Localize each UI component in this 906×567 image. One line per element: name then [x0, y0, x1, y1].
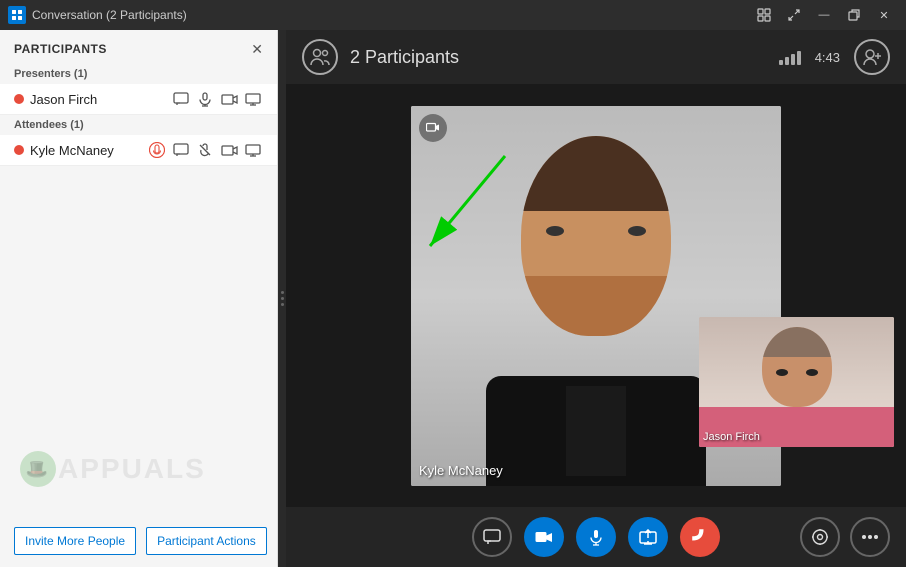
participants-panel: PARTICIPANTS ✕ Presenters (1) Jason Firc…: [0, 30, 278, 567]
mic-icon-kyle[interactable]: [195, 140, 215, 160]
sidebar-footer: Invite More People Participant Actions: [0, 515, 277, 567]
camera-status-icon: [419, 114, 447, 142]
attendees-section-label: Attendees (1): [0, 115, 277, 135]
more-button[interactable]: [850, 517, 890, 557]
add-participant-button[interactable]: [854, 39, 890, 75]
title-bar: Conversation (2 Participants) —: [0, 0, 906, 30]
call-time: 4:43: [815, 50, 840, 65]
jason-hair: [762, 327, 832, 357]
video-top-right: 4:43: [779, 39, 890, 75]
sidebar-title: PARTICIPANTS: [14, 42, 107, 56]
kyle-eye-right: [628, 226, 646, 236]
attendee-actions-kyle: [147, 140, 263, 160]
camera-icon-kyle[interactable]: [219, 140, 239, 160]
bar-1: [779, 60, 783, 65]
screen-icon-jason[interactable]: [243, 89, 263, 109]
chat-button[interactable]: [472, 517, 512, 557]
small-video-jason: Jason Firch: [699, 317, 894, 447]
drag-dot: [281, 303, 284, 306]
presenter-name-jason: Jason Firch: [30, 92, 165, 107]
video-feeds: Kyle McNaney Jason Firch: [286, 84, 906, 507]
bar-2: [785, 57, 789, 65]
share-button[interactable]: [628, 517, 668, 557]
title-bar-left: Conversation (2 Participants): [8, 6, 187, 24]
tile-button[interactable]: [750, 4, 778, 26]
video-top-bar: 2 Participants 4:43: [286, 30, 906, 84]
maximize-button[interactable]: [780, 4, 808, 26]
jason-face: [699, 317, 894, 447]
presenter-row-jason: Jason Firch: [0, 84, 277, 115]
sidebar-header: PARTICIPANTS ✕: [0, 30, 277, 64]
jason-name-tag: Jason Firch: [703, 431, 760, 443]
kyle-hair: [521, 136, 671, 211]
minimize-button[interactable]: —: [810, 4, 838, 26]
kyle-head: [521, 136, 671, 336]
resize-handle[interactable]: [278, 30, 286, 567]
jason-head: [762, 327, 832, 407]
participants-icon: [302, 39, 338, 75]
video-button[interactable]: [524, 517, 564, 557]
window-controls: — ✕: [750, 4, 898, 26]
window-title: Conversation (2 Participants): [32, 8, 187, 22]
shirt-detail: [566, 386, 626, 476]
kyle-name-tag: Kyle McNaney: [419, 463, 503, 478]
kyle-shirt: [486, 376, 706, 486]
bar-4: [797, 51, 801, 65]
right-controls: [800, 517, 890, 557]
drag-dot: [281, 297, 284, 300]
status-dot-kyle: [14, 145, 24, 155]
participants-count: 2 Participants: [350, 47, 459, 68]
watermark: 🎩 APPUALS: [20, 451, 206, 487]
bar-3: [791, 54, 795, 65]
restore-button[interactable]: [840, 4, 868, 26]
app-icon: [8, 6, 26, 24]
watermark-icon: 🎩: [20, 451, 56, 487]
drag-dot: [281, 291, 284, 294]
kyle-beard: [521, 276, 671, 336]
presenter-actions-jason: [171, 89, 263, 109]
signal-icon: [779, 49, 801, 65]
bottom-controls: [286, 507, 906, 567]
camera-icon-jason[interactable]: [219, 89, 239, 109]
attendee-row-kyle: Kyle McNaney: [0, 135, 277, 166]
video-area: 2 Participants 4:43: [286, 30, 906, 567]
kyle-eye-left: [546, 226, 564, 236]
participant-actions-button[interactable]: Participant Actions: [146, 527, 267, 555]
close-button[interactable]: ✕: [870, 4, 898, 26]
jason-eye-l: [776, 369, 788, 376]
attendee-name-kyle: Kyle McNaney: [30, 143, 141, 158]
devices-button[interactable]: [800, 517, 840, 557]
main-content: PARTICIPANTS ✕ Presenters (1) Jason Firc…: [0, 30, 906, 567]
invite-more-button[interactable]: Invite More People: [14, 527, 136, 555]
mic-button[interactable]: [576, 517, 616, 557]
jason-eye-r: [806, 369, 818, 376]
hangup-button[interactable]: [672, 509, 729, 566]
mic-icon-jason[interactable]: [195, 89, 215, 109]
status-dot-jason: [14, 94, 24, 104]
presenters-section-label: Presenters (1): [0, 64, 277, 84]
sidebar-close-button[interactable]: ✕: [251, 42, 263, 56]
muted-icon-kyle[interactable]: [147, 140, 167, 160]
screen-icon-kyle[interactable]: [243, 140, 263, 160]
chat-icon-jason[interactable]: [171, 89, 191, 109]
chat-icon-kyle[interactable]: [171, 140, 191, 160]
